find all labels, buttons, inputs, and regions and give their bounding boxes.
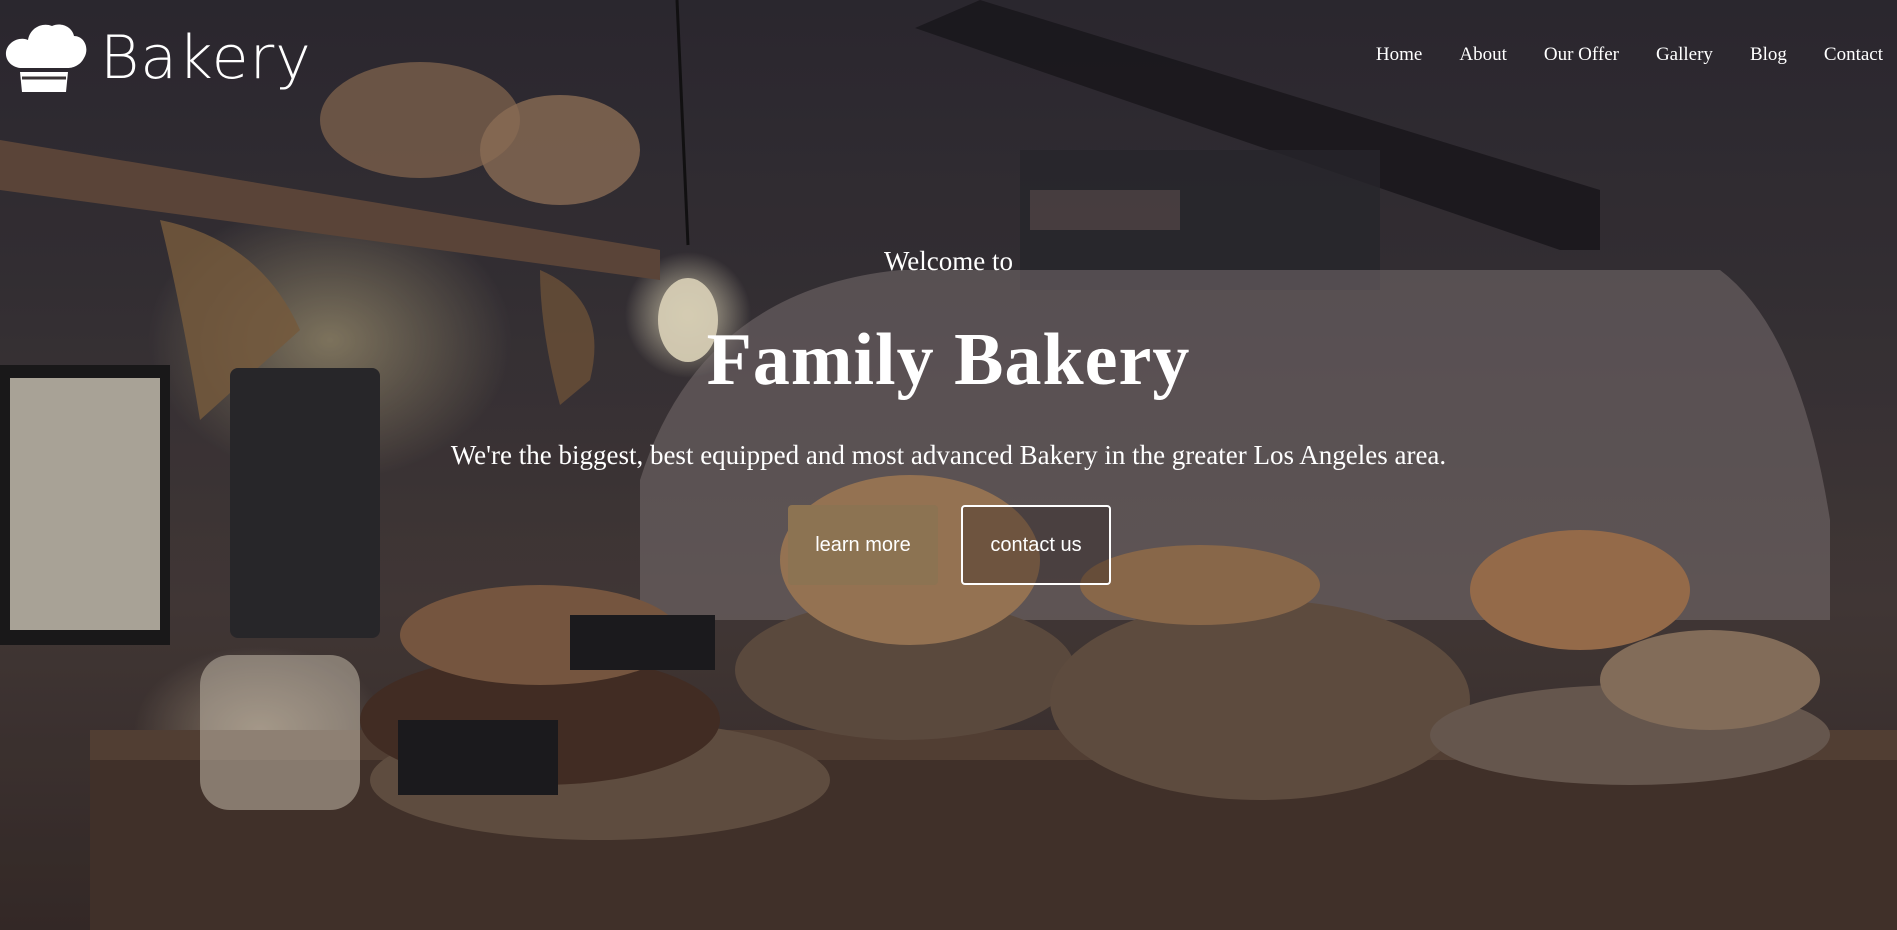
nav-home[interactable]: Home [1376, 44, 1422, 66]
nav-blog[interactable]: Blog [1750, 44, 1787, 66]
hero-welcome: Welcome to [883, 246, 1014, 276]
contact-us-button[interactable]: contact us [961, 505, 1111, 585]
learn-more-button[interactable]: learn more [788, 505, 938, 585]
chef-hat-icon [5, 24, 87, 92]
nav-about[interactable]: About [1459, 44, 1507, 66]
nav-our-offer[interactable]: Our Offer [1544, 44, 1619, 66]
hero-subtitle: We're the biggest, best equipped and mos… [450, 440, 1447, 470]
nav-contact[interactable]: Contact [1824, 44, 1883, 66]
main-nav: Home About Our Offer Gallery Blog Contac… [1339, 44, 1883, 66]
brand-name: Bakery [100, 23, 312, 93]
hero-title: Family Bakery [706, 319, 1191, 401]
brand-logo[interactable]: Bakery [2, 22, 312, 94]
nav-gallery[interactable]: Gallery [1656, 44, 1713, 66]
